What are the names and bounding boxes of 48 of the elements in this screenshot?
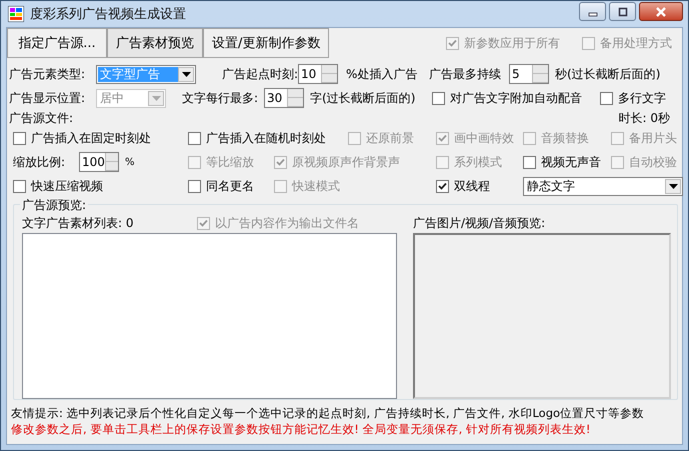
check-icon [448, 38, 457, 48]
checkbox[interactable]: 同名更名 [188, 178, 274, 194]
app-icon [8, 6, 24, 22]
maximize-button[interactable] [609, 2, 636, 21]
text-style-dropdown[interactable]: 静态文字 [523, 176, 683, 196]
minimize-button[interactable] [579, 2, 606, 21]
checkbox[interactable]: 双线程 [436, 178, 523, 194]
field-label: 秒(过长截断后面的) [555, 66, 660, 82]
field-label: 广告最多持续 [429, 66, 502, 82]
check-icon [276, 158, 285, 166]
section-label: 广告源文件: [9, 110, 74, 126]
close-icon [655, 6, 667, 16]
maximize-icon [618, 6, 628, 16]
field-label: 字(过长截断后面的) [310, 90, 416, 106]
hint-text: 修改参数之后, 要单击工具栏上的保存设置参数按钮方能记忆生效! 全局变量无须保存, 针对所有视频列表生效! [11, 422, 592, 437]
spin-field[interactable]: 5 [509, 64, 550, 84]
field-label: 缩放比例: [13, 154, 66, 170]
hint-text: 友情提示: 选中列表记录后个性化自定义每一个选中记录的起点时刻, 广告持续时长, 广告文件, 水印Logo位置尺寸等参数 [11, 406, 646, 421]
field-label: % [125, 156, 135, 168]
caret-icon [152, 96, 160, 100]
field-label: 广告显示位置: [9, 90, 86, 106]
checkbox[interactable]: 对广告文字附加自动配音 [432, 90, 600, 106]
check-icon [438, 134, 447, 142]
checkbox[interactable]: 广告插入在随机时刻处 [188, 130, 348, 146]
field-label: %处插入广告 [346, 66, 418, 82]
field-label: 文字每行最多: [182, 90, 258, 106]
check-icon [199, 218, 208, 228]
checkbox[interactable]: 快速压缩视频 [13, 178, 188, 194]
spin-field[interactable]: 30 [264, 88, 304, 108]
toolbar-button[interactable]: 指定广告源... [7, 28, 107, 58]
toolbar-button[interactable]: 设置/更新制作参数 [203, 28, 330, 58]
checkbox[interactable]: 广告插入在固定时刻处 [13, 130, 188, 146]
spin-field[interactable]: 100 [79, 152, 119, 172]
preview-label: 广告图片/视频/音频预览: [413, 214, 546, 232]
group-title: 广告源预览: [20, 197, 88, 214]
caret-icon [182, 72, 190, 76]
duration-label: 时长: 0秒 [618, 110, 670, 126]
toolbar-button[interactable]: 广告素材预览 [107, 28, 203, 58]
check-icon [438, 182, 447, 190]
spin-field[interactable]: 10 [298, 64, 338, 84]
caret-icon [668, 184, 678, 188]
close-button[interactable] [639, 2, 683, 21]
field-label: 广告元素类型: [9, 66, 86, 82]
checkbox[interactable]: 多行文字 [600, 90, 666, 106]
checkbox[interactable]: 视频无声音 [523, 154, 611, 170]
list-label: 文字广告素材列表: 0 [22, 214, 134, 232]
field-label: 广告起点时刻: [222, 66, 298, 82]
window-title: 度彩系列广告视频生成设置 [30, 6, 186, 23]
